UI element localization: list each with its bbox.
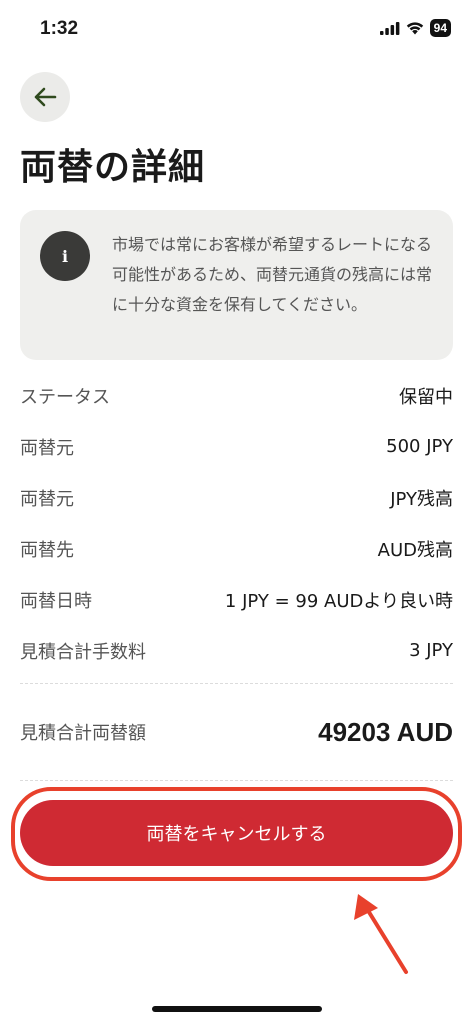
page-title: 両替の詳細 bbox=[20, 147, 206, 188]
battery-icon: 94 bbox=[429, 19, 451, 37]
info-box: i 市場では常にお客様が希望するレートになる可能性があるため、両替元通貨の残高に… bbox=[20, 210, 453, 360]
details-list: ステータス 保留中 両替元 500 JPY 両替元 JPY残高 両替先 AUD残… bbox=[20, 370, 453, 676]
detail-value: 3 JPY bbox=[409, 640, 453, 661]
detail-row-source-amount: 両替元 500 JPY bbox=[20, 421, 453, 472]
back-button[interactable] bbox=[20, 72, 70, 122]
total-value: 49203 AUD bbox=[318, 716, 453, 747]
detail-value: 保留中 bbox=[399, 386, 453, 408]
total-row: 見積合計両替額 49203 AUD bbox=[20, 705, 453, 759]
divider bbox=[20, 780, 453, 781]
info-icon: i bbox=[40, 231, 90, 281]
arrow-left-icon bbox=[34, 87, 57, 107]
detail-value: JPY残高 bbox=[390, 488, 453, 510]
detail-label: 見積合計手数料 bbox=[20, 641, 146, 663]
signal-icon bbox=[379, 21, 400, 35]
status-time: 1:32 bbox=[40, 18, 79, 39]
detail-value: AUD残高 bbox=[377, 539, 453, 561]
detail-row-fee: 見積合計手数料 3 JPY bbox=[20, 625, 453, 676]
home-indicator bbox=[152, 1006, 322, 1012]
cancel-exchange-button[interactable]: 両替をキャンセルする bbox=[20, 800, 453, 866]
detail-row-exchange-timing: 両替日時 1 JPY = 99 AUDより良い時 bbox=[20, 574, 453, 625]
detail-value: 500 JPY bbox=[386, 436, 453, 457]
detail-label: 両替元 bbox=[20, 437, 74, 459]
detail-label: 両替元 bbox=[20, 488, 74, 510]
detail-label: ステータス bbox=[20, 386, 110, 408]
status-bar: 1:32 94 bbox=[0, 0, 473, 58]
detail-value: 1 JPY = 99 AUDより良い時 bbox=[224, 590, 453, 612]
status-icons: 94 bbox=[379, 19, 451, 37]
detail-label: 両替日時 bbox=[20, 590, 92, 612]
detail-label: 両替先 bbox=[20, 539, 74, 561]
arrow-annotation-icon bbox=[354, 894, 408, 974]
detail-row-target-balance: 両替先 AUD残高 bbox=[20, 523, 453, 574]
divider bbox=[20, 683, 453, 684]
info-text: 市場では常にお客様が希望するレートになる可能性があるため、両替元通貨の残高には常… bbox=[112, 235, 433, 314]
detail-row-source-balance: 両替元 JPY残高 bbox=[20, 472, 453, 523]
detail-row-status: ステータス 保留中 bbox=[20, 370, 453, 421]
wifi-icon bbox=[406, 22, 423, 35]
total-label: 見積合計両替額 bbox=[20, 723, 146, 744]
